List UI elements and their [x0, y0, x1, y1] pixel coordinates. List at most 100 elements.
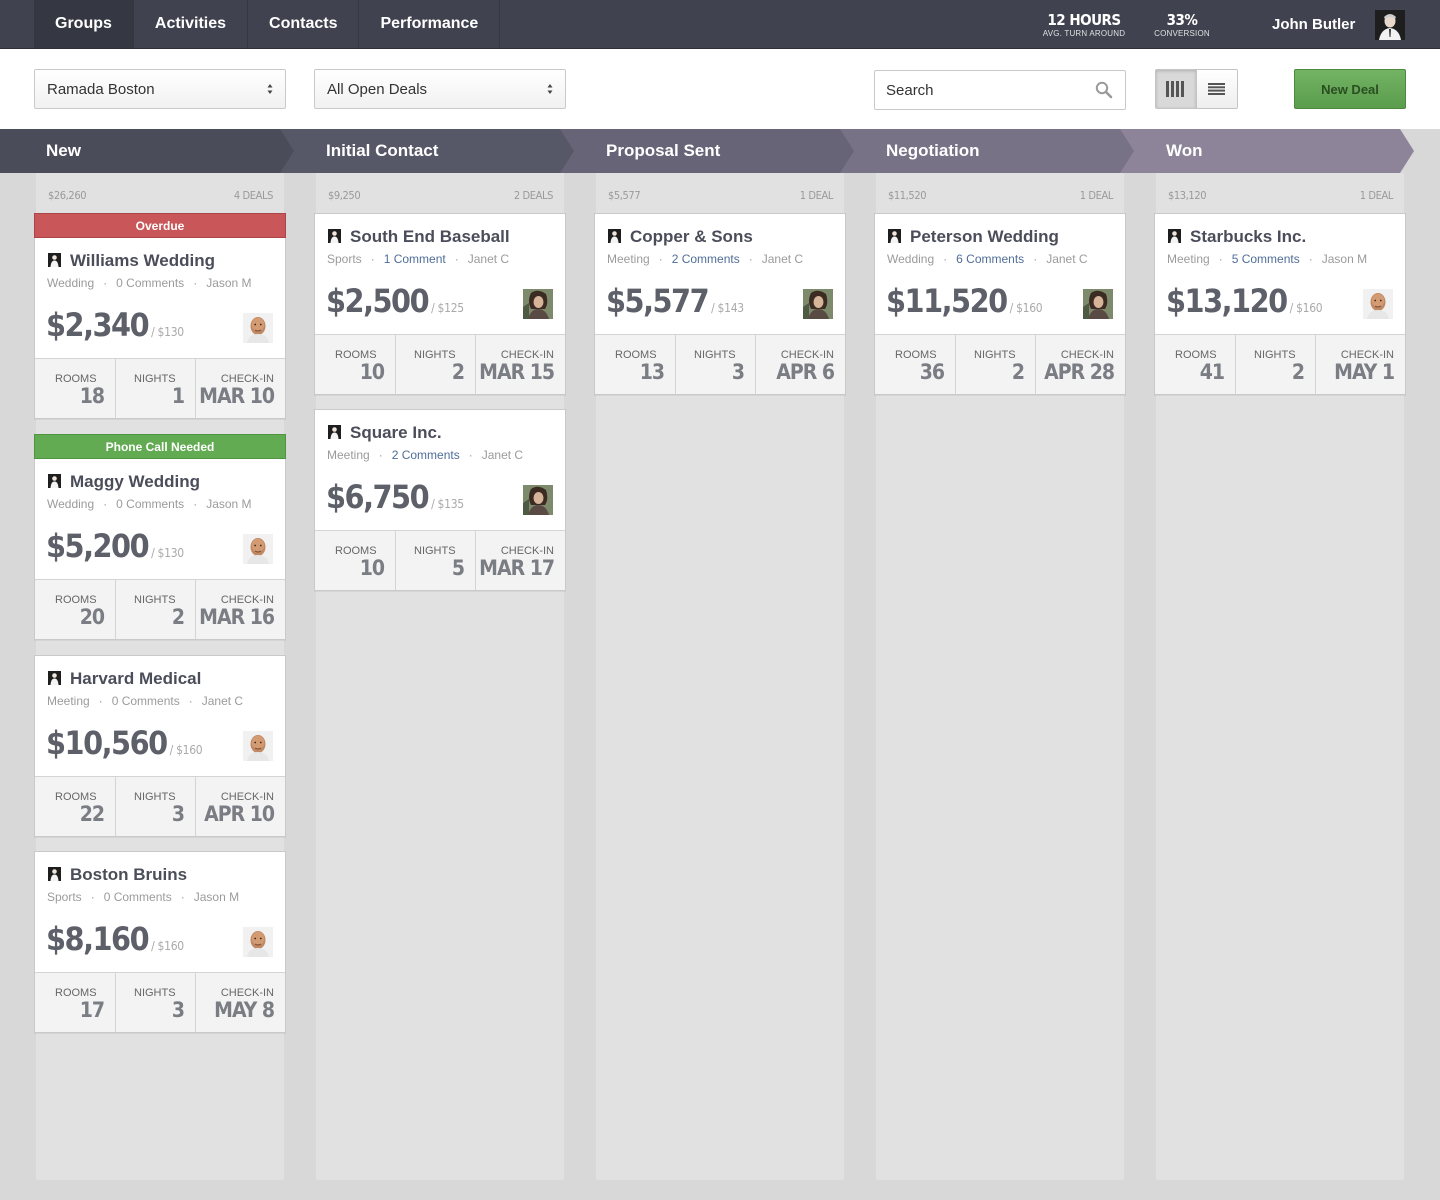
woman-avatar[interactable] [523, 485, 553, 515]
deal-card[interactable]: Copper & Sons Meeting · 2 Comments · Janet C $… [594, 213, 846, 395]
deal-title[interactable]: Harvard Medical [70, 669, 201, 689]
columns-view-button[interactable] [1156, 70, 1197, 108]
deal-total: $5,577 [606, 282, 710, 320]
deal-card-footer: ROOMS 13 NIGHTS 3 CHECK-IN APR 6 [595, 334, 845, 394]
meta-separator: · [180, 890, 185, 904]
deal-card-body: Peterson Wedding Wedding · 6 Comments · Janet… [875, 214, 1125, 334]
footer-value-nights: 3 [171, 998, 185, 1022]
tab-performance[interactable]: Performance [359, 0, 501, 48]
stage-initial-contact[interactable]: Initial Contact [280, 129, 574, 173]
deal-card[interactable]: Overdue Williams Wedding Wedding · 0 Comment… [34, 213, 286, 419]
man-avatar[interactable] [1363, 289, 1393, 319]
footer-value-rooms: 41 [1199, 360, 1225, 384]
deal-total: $10,560 [46, 724, 168, 762]
footer-cell-nights: NIGHTS 2 [116, 580, 196, 639]
deal-card[interactable]: Peterson Wedding Wedding · 6 Comments · Janet… [874, 213, 1126, 395]
contact-icon [48, 867, 61, 881]
deal-title[interactable]: Maggy Wedding [70, 472, 200, 492]
deal-card[interactable]: Phone Call Needed Maggy Wedding Wedding · 0 … [34, 434, 286, 640]
contact-icon [888, 229, 901, 243]
deal-owner: Janet C [761, 252, 804, 266]
deal-title[interactable]: Starbucks Inc. [1190, 227, 1306, 247]
deal-card-body: Square Inc. Meeting · 2 Comments · Janet C $6,… [315, 410, 565, 530]
deal-comments-link[interactable]: 2 Comments [392, 448, 460, 462]
tab-groups[interactable]: Groups [34, 0, 134, 48]
meta-separator: · [188, 694, 193, 708]
meta-separator: · [193, 276, 198, 290]
man-avatar[interactable] [243, 313, 273, 343]
woman-avatar[interactable] [803, 289, 833, 319]
contact-icon [48, 474, 61, 488]
footer-value-nights: 5 [451, 556, 465, 580]
deal-price: $10,560/ $160 [46, 724, 203, 762]
deal-card[interactable]: Square Inc. Meeting · 2 Comments · Janet C $6,… [314, 409, 566, 591]
man-avatar[interactable] [243, 534, 273, 564]
deal-title[interactable]: South End Baseball [350, 227, 510, 247]
deal-comments-link[interactable]: 5 Comments [1232, 252, 1300, 266]
deal-card[interactable]: Starbucks Inc. Meeting · 5 Comments · Jason M… [1154, 213, 1406, 395]
deal-type: Meeting [607, 252, 650, 266]
stage-won[interactable]: Won [1120, 129, 1414, 173]
deal-comments-link[interactable]: 6 Comments [956, 252, 1024, 266]
deal-card-footer: ROOMS 10 NIGHTS 2 CHECK-IN MAR 15 [315, 334, 565, 394]
property-select[interactable]: Ramada Boston [34, 69, 286, 109]
new-deal-button[interactable]: New Deal [1294, 69, 1406, 109]
meta-separator: · [468, 448, 473, 462]
deal-title[interactable]: Boston Bruins [70, 865, 187, 885]
footer-cell-checkin: CHECK-IN APR 6 [756, 335, 845, 394]
nav-tabs: Groups Activities Contacts Performance [34, 0, 501, 48]
deal-comments-link[interactable]: 1 Comment [384, 252, 446, 266]
deal-meta: Meeting · 2 Comments · Janet C [607, 252, 803, 266]
tab-contacts[interactable]: Contacts [248, 0, 360, 48]
stage-new[interactable]: New [0, 129, 294, 173]
deal-title[interactable]: Square Inc. [350, 423, 442, 443]
search-icon[interactable] [1095, 81, 1113, 99]
tab-activities[interactable]: Activities [134, 0, 249, 48]
deal-total: $6,750 [326, 478, 430, 516]
deals-select[interactable]: All Open Deals [314, 69, 566, 109]
footer-value-nights: 2 [171, 605, 185, 629]
deal-card[interactable]: Harvard Medical Meeting · 0 Comments · Janet … [34, 655, 286, 837]
deal-total: $2,340 [46, 306, 150, 344]
meta-separator: · [370, 252, 375, 266]
man-avatar[interactable] [243, 927, 273, 957]
deal-meta: Wedding · 0 Comments · Jason M [47, 497, 252, 511]
footer-label-nights: NIGHTS [134, 791, 176, 803]
footer-cell-checkin: CHECK-IN MAR 16 [196, 580, 285, 639]
user-avatar[interactable] [1375, 10, 1405, 40]
column-total: $13,120 [1168, 189, 1207, 202]
footer-value-rooms: 13 [639, 360, 665, 384]
deal-meta: Wedding · 6 Comments · Janet C [887, 252, 1088, 266]
footer-label-nights: NIGHTS [694, 349, 736, 361]
list-view-button[interactable] [1196, 70, 1237, 108]
stage-proposal-sent[interactable]: Proposal Sent [560, 129, 854, 173]
deal-title[interactable]: Peterson Wedding [910, 227, 1059, 247]
search-input[interactable]: Search [874, 70, 1126, 110]
deal-title[interactable]: Copper & Sons [630, 227, 753, 247]
list-view-icon [1208, 83, 1226, 95]
column-header: $5,577 1 DEAL [596, 173, 844, 213]
footer-value-checkin: MAY 1 [1334, 360, 1395, 384]
column-deal-count: 4 DEALS [233, 189, 273, 202]
man-avatar[interactable] [243, 731, 273, 761]
column-total: $26,260 [48, 189, 87, 202]
woman-avatar[interactable] [1083, 289, 1113, 319]
deal-rate: / $130 [151, 325, 184, 339]
deal-card-footer: ROOMS 18 NIGHTS 1 CHECK-IN MAR 10 [35, 358, 285, 418]
deal-type: Meeting [47, 694, 90, 708]
deal-card[interactable]: Boston Bruins Sports · 0 Comments · Jason M $8… [34, 851, 286, 1033]
footer-cell-checkin: CHECK-IN MAR 10 [196, 359, 285, 418]
user-name[interactable]: John Butler [1272, 16, 1355, 33]
deal-type: Sports [47, 890, 82, 904]
footer-value-nights: 1 [171, 384, 185, 408]
stage-negotiation[interactable]: Negotiation [840, 129, 1134, 173]
deal-card-footer: ROOMS 17 NIGHTS 3 CHECK-IN MAY 8 [35, 972, 285, 1032]
deal-title[interactable]: Williams Wedding [70, 251, 215, 271]
deal-comments-link[interactable]: 2 Comments [672, 252, 740, 266]
deal-card[interactable]: South End Baseball Sports · 1 Comment · Janet… [314, 213, 566, 395]
footer-value-checkin: MAR 16 [199, 605, 275, 629]
woman-avatar[interactable] [523, 289, 553, 319]
meta-separator: · [1308, 252, 1313, 266]
stage-label: Won [1166, 141, 1203, 160]
search-placeholder: Search [886, 81, 934, 99]
